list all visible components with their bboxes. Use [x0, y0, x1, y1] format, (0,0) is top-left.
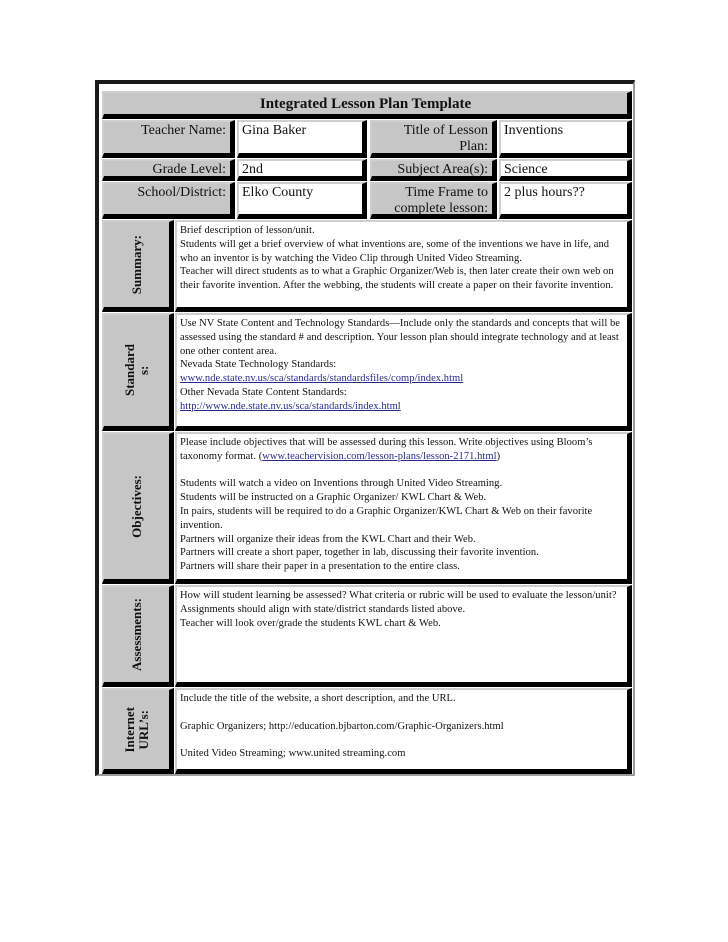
time-frame-value[interactable]: 2 plus hours??: [499, 182, 632, 219]
summary-label: Summary:: [128, 234, 144, 295]
summary-section-label: Summary:: [102, 220, 174, 312]
summary-line: Brief description of lesson/unit.: [180, 225, 315, 236]
content-standards-link[interactable]: http://www.nde.state.nv.us/sca/standards…: [180, 401, 401, 412]
teacher-name-value[interactable]: Gina Baker: [237, 120, 367, 158]
subject-area-value[interactable]: Science: [499, 159, 632, 181]
document-title: Integrated Lesson Plan Template: [102, 91, 632, 119]
grade-level-value[interactable]: 2nd: [237, 159, 367, 181]
standards-intro: Use NV State Content and Technology Stan…: [180, 318, 621, 357]
summary-line: Teacher will direct students as to what …: [180, 266, 614, 292]
internet-urls-section-label: Internet URL’s:: [102, 688, 174, 774]
objective-item: Students will watch a video on Invention…: [180, 478, 503, 490]
summary-content[interactable]: Brief description of lesson/unit. Studen…: [175, 220, 632, 312]
standards-label: Standard s:: [121, 344, 151, 397]
assessments-line: Teacher will look over/grade the student…: [180, 617, 441, 629]
lesson-title-label: Title of Lesson Plan:: [370, 120, 497, 158]
objective-item: Partners will organize their ideas from …: [180, 533, 476, 545]
internet-urls-label: Internet URL’s:: [121, 706, 151, 753]
internet-urls-content[interactable]: Include the title of the website, a shor…: [175, 688, 632, 774]
bloom-taxonomy-link[interactable]: www.teachervision.com/lesson-plans/lesso…: [262, 451, 496, 462]
lesson-title-value[interactable]: Inventions: [499, 120, 632, 158]
url-entry: United Video Streaming; www.united strea…: [180, 748, 406, 760]
url-entry: Graphic Organizers; http://education.bjb…: [180, 720, 504, 732]
summary-line: Students will get a brief overview of wh…: [180, 238, 610, 264]
objective-item: Partners will share their paper in a pre…: [180, 561, 460, 573]
objectives-section-label: Objectives:: [102, 432, 174, 584]
objective-item: In pairs, students will be required to d…: [180, 505, 593, 531]
objectives-intro: Please include objectives that will be a…: [180, 437, 593, 462]
objective-item: Partners will create a short paper, toge…: [180, 547, 539, 559]
objectives-label: Objectives:: [128, 475, 144, 538]
assessments-line: How will student learning be assessed? W…: [180, 590, 617, 615]
time-frame-label: Time Frame to complete lesson:: [370, 182, 497, 219]
assessments-section-label: Assessments:: [102, 585, 174, 687]
tech-standards-link[interactable]: www.nde.state.nv.us/sca/standards/standa…: [180, 373, 463, 384]
grade-level-label: Grade Level:: [102, 159, 235, 181]
school-district-label: School/District:: [102, 182, 235, 219]
content-standards-heading: Other Nevada State Content Standards:: [180, 386, 347, 398]
standards-content[interactable]: Use NV State Content and Technology Stan…: [175, 313, 632, 431]
teacher-name-label: Teacher Name:: [102, 120, 235, 158]
lesson-plan-table: Integrated Lesson Plan Template Teacher …: [95, 80, 635, 776]
tech-standards-heading: Nevada State Technology Standards:: [180, 359, 337, 371]
school-district-value[interactable]: Elko County: [237, 182, 367, 219]
assessments-content[interactable]: How will student learning be assessed? W…: [175, 585, 632, 687]
standards-section-label: Standard s:: [102, 313, 174, 431]
internet-urls-intro: Include the title of the website, a shor…: [180, 693, 456, 704]
objectives-content[interactable]: Please include objectives that will be a…: [175, 432, 632, 584]
subject-area-label: Subject Area(s):: [370, 159, 497, 181]
assessments-label: Assessments:: [128, 598, 144, 671]
objective-item: Students will be instructed on a Graphic…: [180, 492, 487, 504]
